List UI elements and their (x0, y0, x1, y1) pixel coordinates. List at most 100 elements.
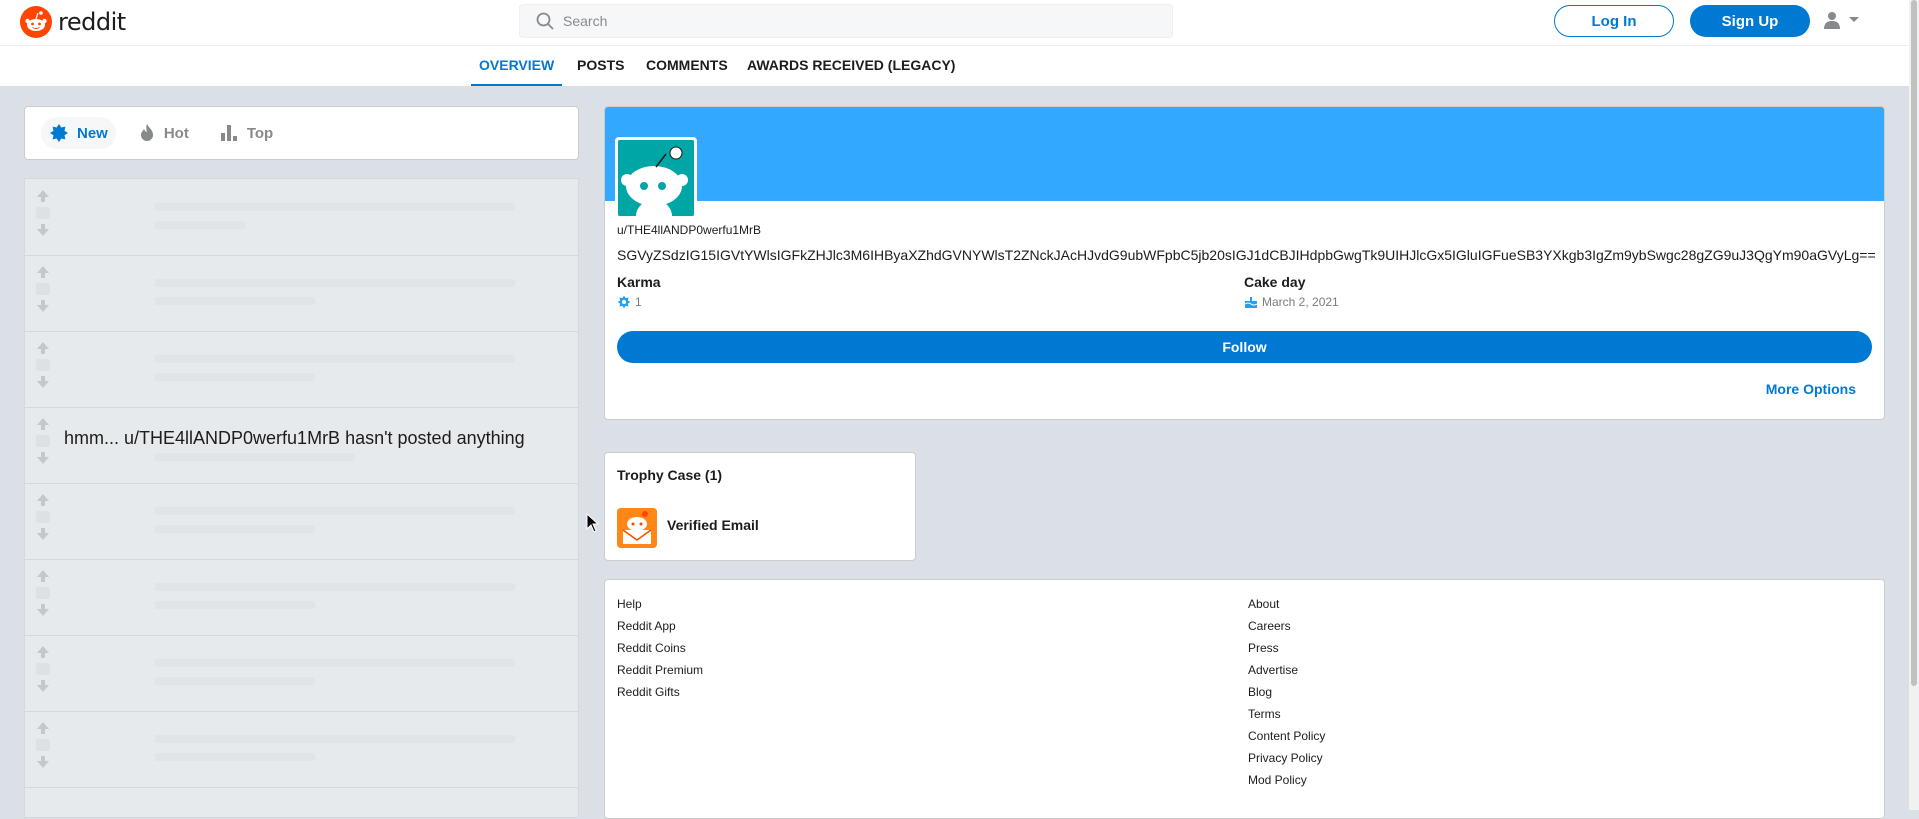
mouse-cursor-icon (586, 513, 600, 533)
downvote-icon[interactable] (36, 755, 50, 769)
signup-button[interactable]: Sign Up (1690, 5, 1810, 37)
upvote-icon[interactable] (36, 721, 50, 735)
placeholder-post-row (25, 559, 578, 636)
placeholder-line (155, 507, 515, 515)
footer-link-reddit-coins[interactable]: Reddit Coins (617, 637, 703, 659)
footer-link-help[interactable]: Help (617, 593, 703, 615)
placeholder-line (155, 735, 515, 743)
top-header: reddit Log In Sign Up (0, 0, 1909, 46)
footer-link-content-policy[interactable]: Content Policy (1248, 725, 1325, 747)
flame-icon (140, 124, 153, 141)
more-options-button[interactable]: More Options (1766, 381, 1856, 397)
follow-button[interactable]: Follow (617, 331, 1872, 363)
search-icon (536, 12, 554, 30)
vote-column (33, 417, 53, 465)
login-button[interactable]: Log In (1554, 5, 1674, 37)
new-badge-icon (50, 124, 68, 142)
sort-top-label: Top (246, 124, 274, 142)
tab-overview[interactable]: OVERVIEW (471, 46, 563, 86)
footer-right-column: About Careers Press Advertise Blog Terms… (1248, 593, 1325, 791)
footer-link-blog[interactable]: Blog (1248, 681, 1325, 703)
placeholder-line (155, 279, 515, 287)
footer-links-card: Help Reddit App Reddit Coins Reddit Prem… (604, 579, 1885, 819)
footer-link-reddit-premium[interactable]: Reddit Premium (617, 659, 703, 681)
vote-column (33, 189, 53, 237)
vote-column (33, 265, 53, 313)
upvote-icon[interactable] (36, 341, 50, 355)
placeholder-line (155, 659, 515, 667)
verified-email-trophy-icon (617, 508, 657, 548)
cake-day-date: March 2, 2021 (1262, 295, 1339, 309)
footer-link-careers[interactable]: Careers (1248, 615, 1325, 637)
downvote-icon[interactable] (36, 603, 50, 617)
cake-icon (1244, 297, 1258, 308)
footer-link-reddit-app[interactable]: Reddit App (617, 615, 703, 637)
footer-link-reddit-gifts[interactable]: Reddit Gifts (617, 681, 703, 703)
cake-day-value: March 2, 2021 (1244, 295, 1339, 309)
profile-bio: SGVyZSdzIG15IGVtYWlsIGFkZHJlc3M6IHByaXZh… (617, 247, 1876, 263)
vote-column (33, 493, 53, 541)
placeholder-post-row (25, 635, 578, 712)
chevron-down-icon (1849, 17, 1859, 22)
vote-column (33, 341, 53, 389)
empty-feed-message: hmm... u/THE4llANDP0werfu1MrB hasn't pos… (64, 428, 525, 448)
footer-link-about[interactable]: About (1248, 593, 1325, 615)
placeholder-line (155, 221, 245, 229)
upvote-icon[interactable] (36, 417, 50, 431)
downvote-icon[interactable] (36, 527, 50, 541)
top-chart-icon (220, 125, 237, 141)
placeholder-post-row (25, 483, 578, 560)
upvote-icon[interactable] (36, 189, 50, 203)
vote-count-placeholder (36, 435, 50, 447)
placeholder-line (155, 753, 315, 761)
placeholder-line (155, 203, 515, 211)
placeholder-post-row (25, 255, 578, 332)
profile-tabs: OVERVIEW POSTS COMMENTS AWARDS RECEIVED … (0, 46, 1909, 86)
post-feed (24, 178, 579, 818)
vote-column (33, 721, 53, 769)
scrollbar-thumb[interactable] (1911, 0, 1917, 686)
sort-hot-label: Hot (163, 124, 189, 142)
downvote-icon[interactable] (36, 451, 50, 465)
vote-column (33, 645, 53, 693)
user-dropdown[interactable] (1822, 10, 1860, 30)
avatar[interactable] (615, 137, 697, 219)
placeholder-line (155, 677, 315, 685)
upvote-icon[interactable] (36, 493, 50, 507)
downvote-icon[interactable] (36, 223, 50, 237)
footer-link-press[interactable]: Press (1248, 637, 1325, 659)
upvote-icon[interactable] (36, 645, 50, 659)
karma-icon (617, 295, 631, 309)
downvote-icon[interactable] (36, 299, 50, 313)
upvote-icon[interactable] (36, 265, 50, 279)
tab-awards-received[interactable]: AWARDS RECEIVED (LEGACY) (739, 46, 963, 84)
footer-link-advertise[interactable]: Advertise (1248, 659, 1325, 681)
placeholder-line (155, 453, 355, 461)
placeholder-line (155, 583, 515, 591)
placeholder-line (155, 355, 515, 363)
downvote-icon[interactable] (36, 375, 50, 389)
search-bar[interactable] (519, 4, 1173, 38)
sort-hot-button[interactable]: Hot (130, 117, 197, 149)
profile-banner (605, 107, 1884, 201)
page-scrollbar[interactable] (1909, 0, 1919, 810)
reddit-logo-icon (20, 6, 52, 38)
reddit-logo[interactable]: reddit (20, 6, 126, 38)
footer-link-terms[interactable]: Terms (1248, 703, 1325, 725)
tab-comments[interactable]: COMMENTS (638, 46, 736, 84)
vote-count-placeholder (36, 207, 50, 219)
sort-new-button[interactable]: New (41, 117, 116, 149)
footer-link-mod-policy[interactable]: Mod Policy (1248, 769, 1325, 791)
downvote-icon[interactable] (36, 679, 50, 693)
sort-top-button[interactable]: Top (211, 117, 281, 149)
vote-count-placeholder (36, 511, 50, 523)
vote-column (33, 569, 53, 617)
tab-posts[interactable]: POSTS (569, 46, 632, 84)
vote-count-placeholder (36, 587, 50, 599)
vote-count-placeholder (36, 663, 50, 675)
trophy-case: Trophy Case (1) Verified Email (604, 452, 916, 561)
footer-link-privacy-policy[interactable]: Privacy Policy (1248, 747, 1325, 769)
trophy-case-title: Trophy Case (1) (617, 467, 723, 483)
upvote-icon[interactable] (36, 569, 50, 583)
search-input[interactable] (561, 12, 1145, 30)
